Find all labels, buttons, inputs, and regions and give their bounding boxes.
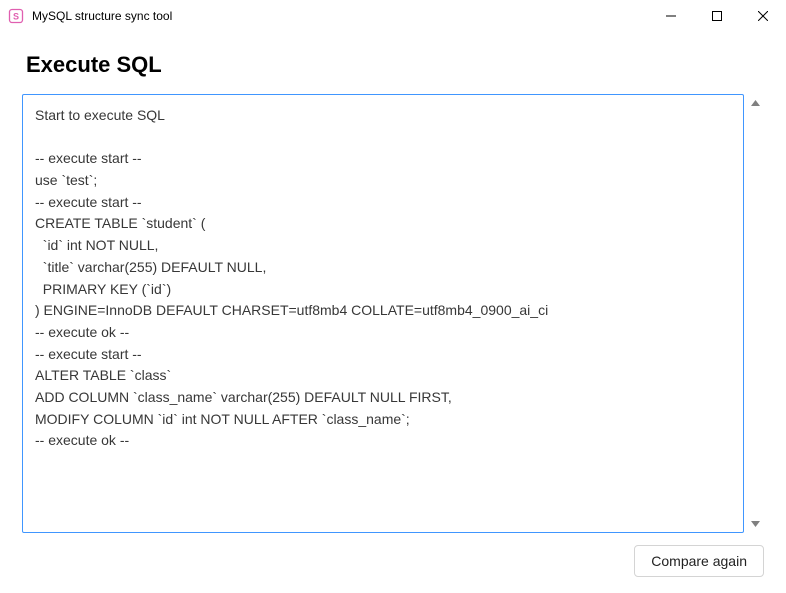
scroll-down-icon[interactable] [746,515,764,533]
window-title: MySQL structure sync tool [32,9,648,23]
app-icon: S [8,8,24,24]
svg-text:S: S [13,12,19,22]
minimize-button[interactable] [648,0,694,32]
window-controls [648,0,786,32]
footer: Compare again [22,533,764,577]
scrollbar-vertical[interactable] [746,94,764,533]
compare-again-button[interactable]: Compare again [634,545,764,577]
content-area: Execute SQL Start to execute SQL -- exec… [0,32,786,593]
log-area: Start to execute SQL -- execute start --… [22,94,764,533]
maximize-button[interactable] [694,0,740,32]
close-button[interactable] [740,0,786,32]
titlebar: S MySQL structure sync tool [0,0,786,32]
page-title: Execute SQL [22,52,764,78]
scroll-up-icon[interactable] [746,94,764,112]
sql-log-output[interactable]: Start to execute SQL -- execute start --… [22,94,744,533]
